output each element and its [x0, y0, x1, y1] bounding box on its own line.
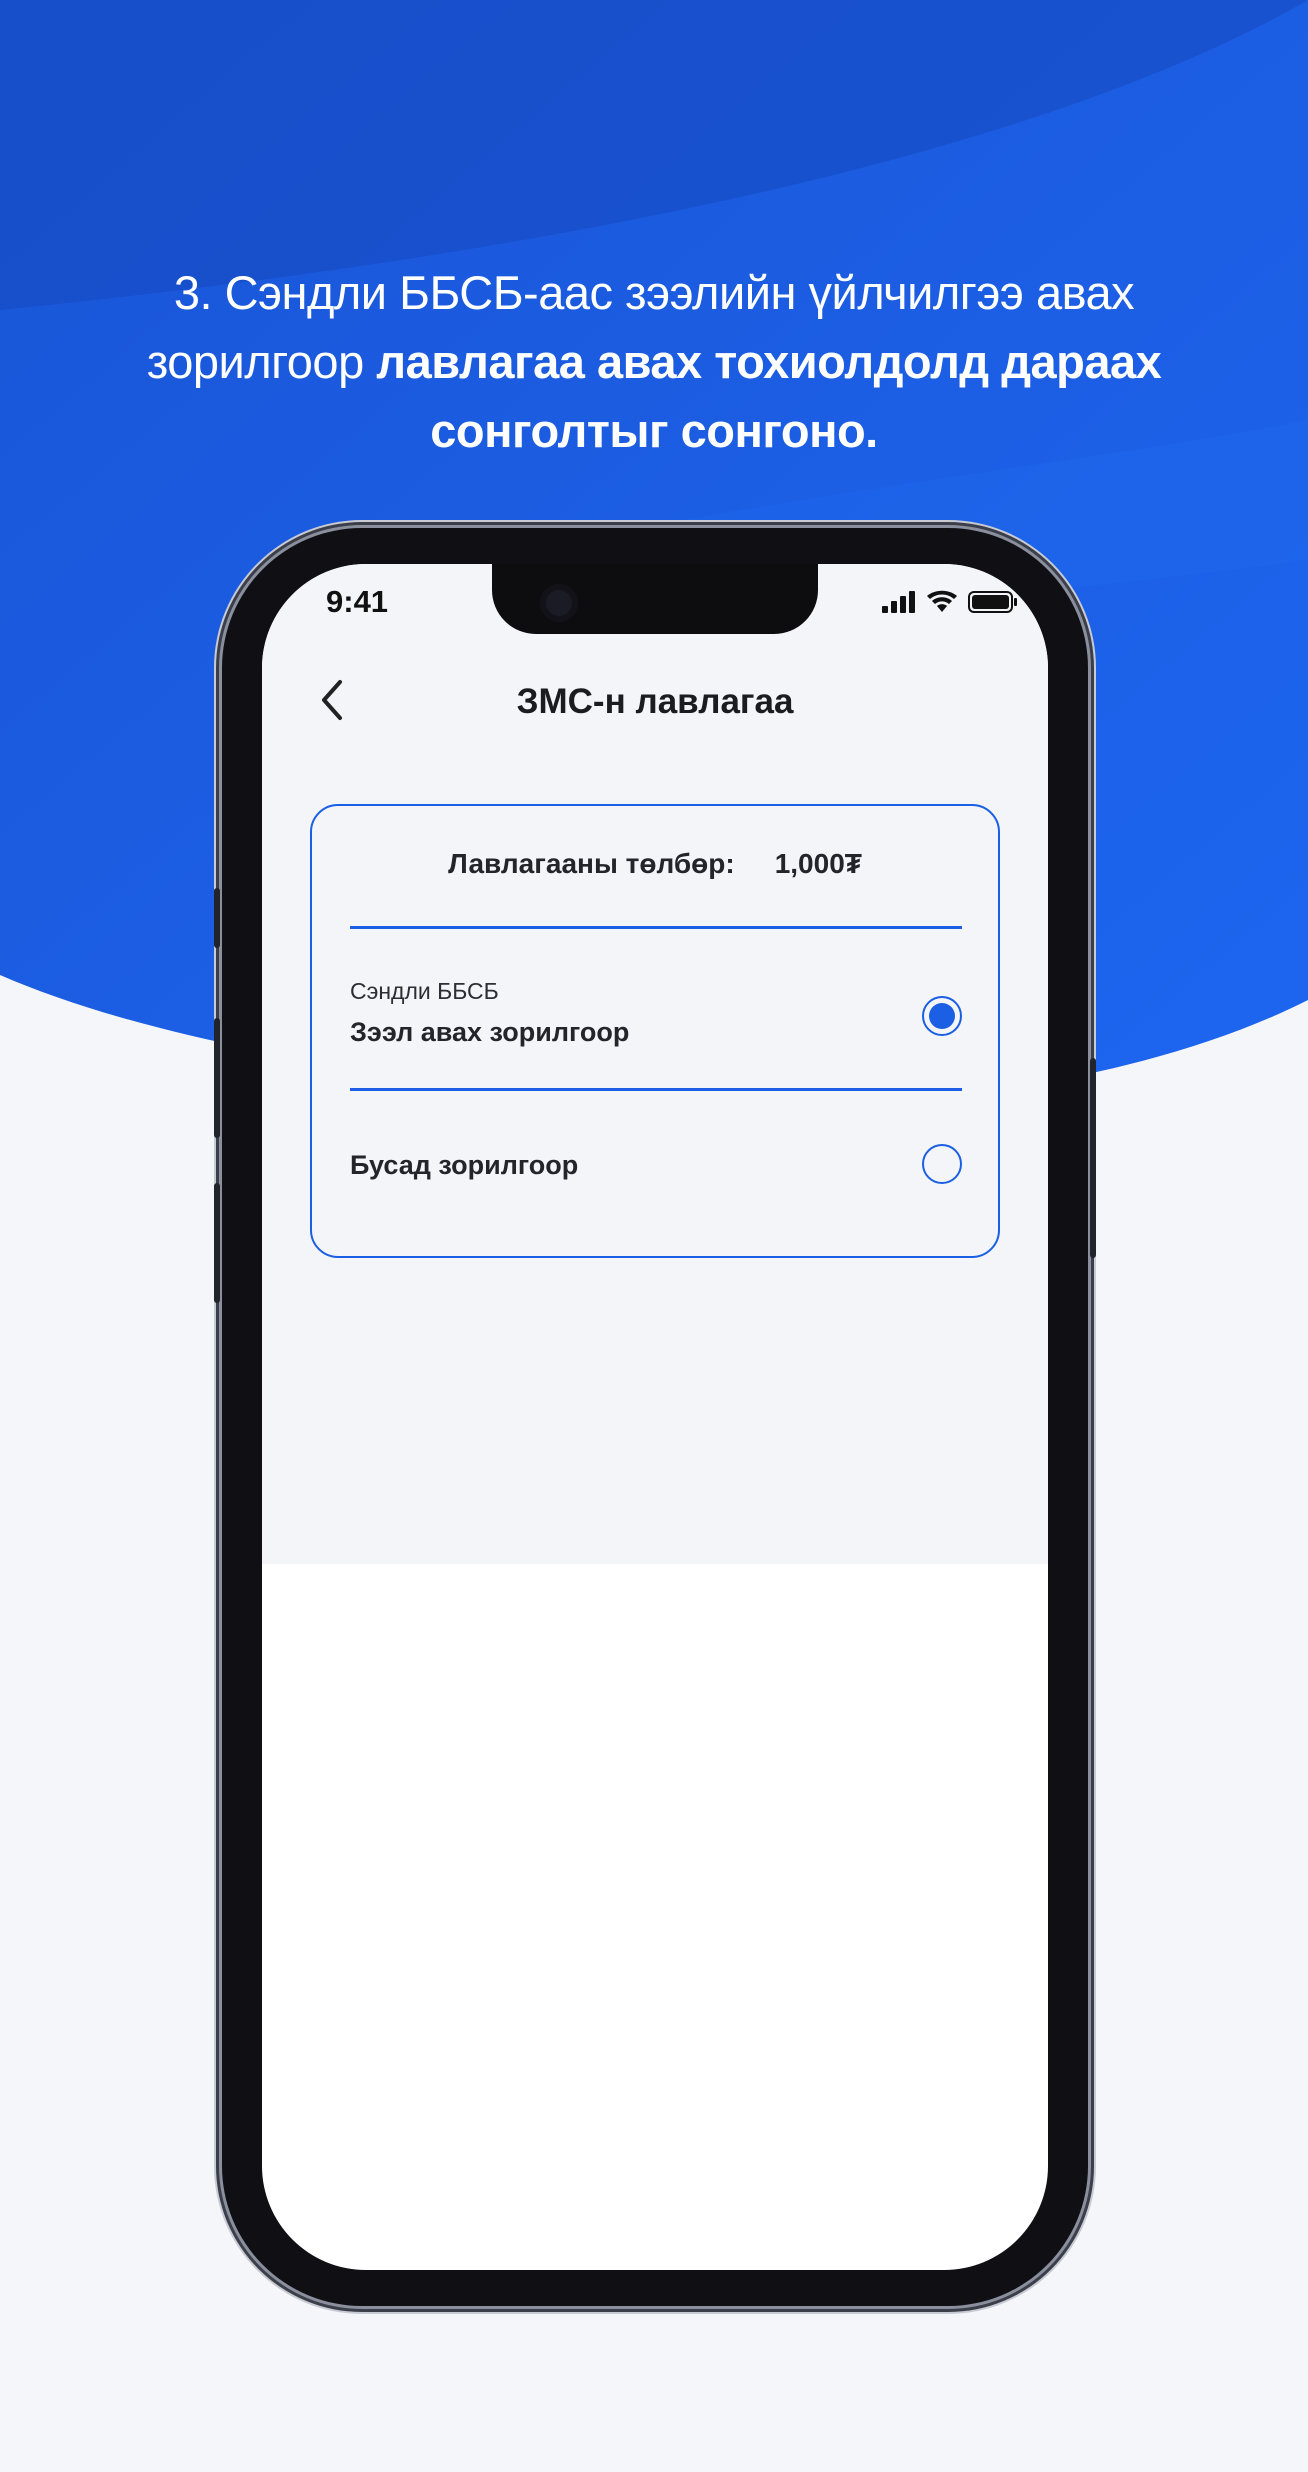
status-icons — [882, 590, 1018, 614]
mute-switch — [214, 888, 220, 948]
front-camera — [540, 584, 578, 622]
option-label: Зээл авах зорилгоор — [350, 1017, 630, 1047]
volume-down-button — [214, 1183, 220, 1303]
caption-line-2: зорилгоор лавлагаа авах тохиолдолд дараа… — [60, 327, 1248, 396]
option-subtitle: Сэндли ББСБ — [350, 978, 499, 1004]
radio-button-selected[interactable] — [922, 996, 962, 1036]
caption-line-1: 3. Сэндли ББСБ-аас зээлийн үйлчилгээ ава… — [173, 266, 1135, 319]
radio-button-unselected[interactable] — [922, 1144, 962, 1184]
status-time: 9:41 — [326, 584, 389, 619]
battery-icon — [968, 591, 1017, 613]
caption-line-2-bold: лавлагаа авах тохиолдолд дараах — [376, 335, 1162, 388]
page-title: ЗМС-н лавлагаа — [516, 682, 794, 721]
wifi-icon — [927, 590, 957, 612]
fee-value: 1,000₮ — [774, 848, 862, 879]
phone-mockup: 9:41 ЗМС-н лавлагаа Лавлагааны төлбөр: 1… — [214, 528, 1096, 2306]
option-loan-purpose[interactable]: Сэндли ББСБ Зээл авах зорилгоор — [350, 978, 962, 1058]
option-other-purpose[interactable]: Бусад зорилгоор — [350, 1144, 962, 1210]
volume-up-button — [214, 1018, 220, 1138]
reference-options-card: Лавлагааны төлбөр: 1,000₮ Сэндли ББСБ Зээ… — [310, 804, 1000, 1258]
option-label: Бусад зорилгоор — [350, 1150, 579, 1180]
fee-row: Лавлагааны төлбөр: 1,000₮ — [312, 848, 998, 880]
instruction-caption: 3. Сэндли ББСБ-аас зээлийн үйлчилгээ ава… — [60, 258, 1248, 465]
divider — [350, 926, 962, 929]
signal-icon — [882, 591, 915, 613]
divider — [350, 1088, 962, 1091]
fee-label: Лавлагааны төлбөр: — [448, 848, 735, 879]
caption-line-2-light: зорилгоор — [146, 335, 377, 388]
caption-line-3: сонголтыг сонгоно. — [430, 404, 878, 457]
notch — [492, 564, 818, 634]
power-button — [1090, 1058, 1096, 1258]
phone-screen: 9:41 ЗМС-н лавлагаа Лавлагааны төлбөр: 1… — [262, 564, 1048, 2270]
